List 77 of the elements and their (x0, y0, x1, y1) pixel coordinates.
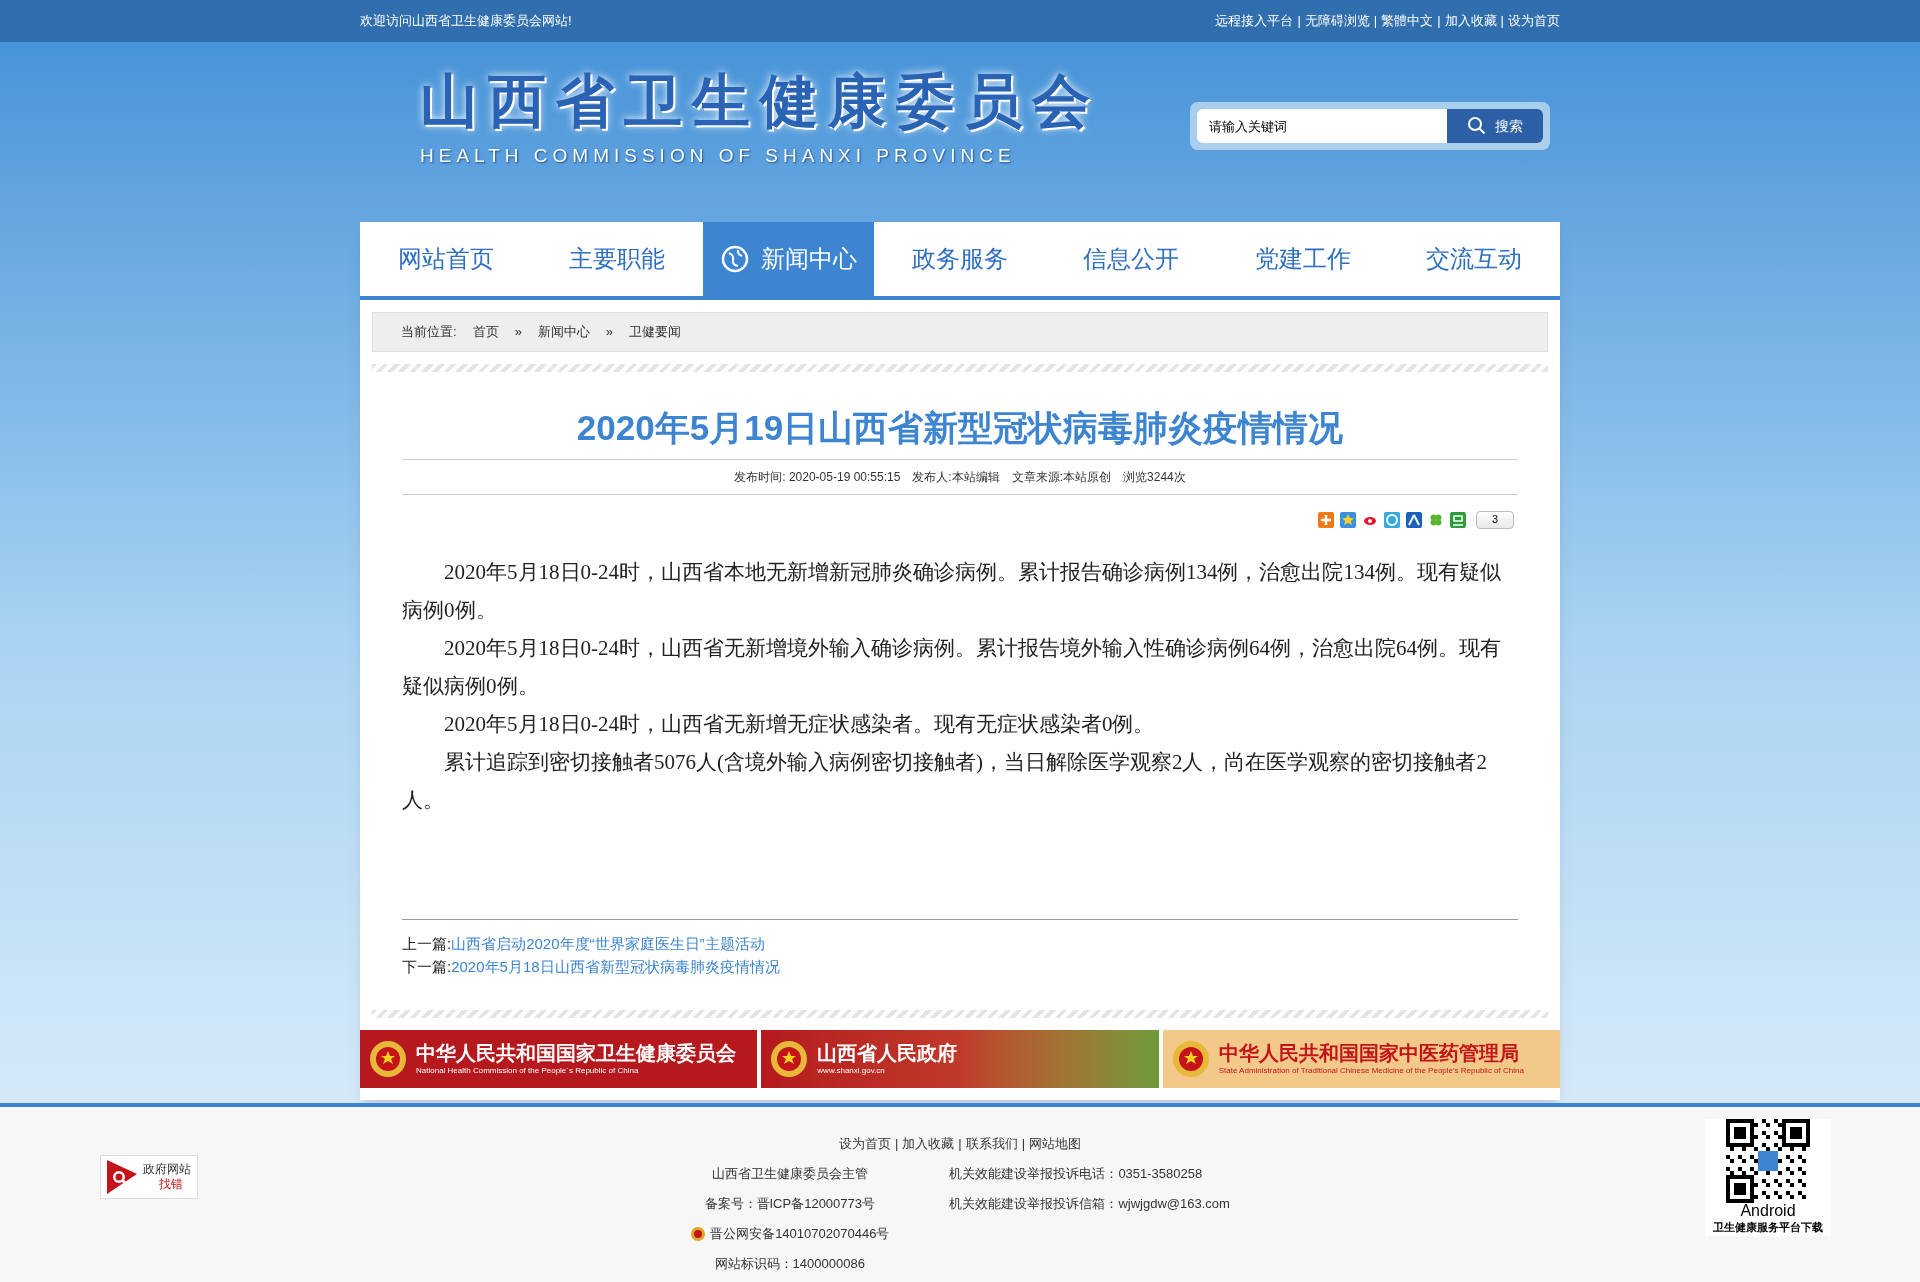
badge-text: 找错 (158, 1177, 184, 1192)
separator-text: | (894, 1135, 899, 1153)
chat-icon[interactable] (1384, 511, 1400, 528)
separator-text: | (1373, 12, 1378, 31)
meta-text: 文章来源:本站原创 (1011, 468, 1112, 486)
emblem-icon (368, 1038, 408, 1079)
separator-text: | (1500, 12, 1504, 31)
logo-subtitle: HEALTH COMMISSION OF SHANXI PROVINCE (420, 144, 1017, 168)
article-paragraph: 2020年5月18日0-24时，山西省本地无新增新冠肺炎确诊病例。累计报告确诊病例134例，治愈出院134例。现有疑似病例0例。 (402, 558, 1502, 624)
breadcrumb-separator: » (605, 323, 614, 342)
qr-code-icon (1726, 1119, 1810, 1203)
breadcrumb-link[interactable]: 新闻中心 (537, 322, 590, 342)
search-field[interactable]: 请输入关键词 (1197, 109, 1447, 143)
separator-text: | (1437, 12, 1441, 31)
nav-tab[interactable]: 交流互动 (1388, 222, 1560, 296)
nav-label: 上一篇: (402, 933, 452, 954)
footer-text: 晋公网安备14010702070446号 (710, 1225, 890, 1243)
top-link[interactable]: 远程接入平台 (1215, 11, 1294, 31)
banner-subtitle: www.shanxi.gov.cn (817, 1066, 886, 1076)
footer-text: 网站标识码：1400000086 (714, 1255, 865, 1273)
badge-text: 政府网站 (143, 1162, 191, 1177)
banner-link[interactable]: 山西省人民政府 www.shanxi.gov.cn (761, 1029, 1159, 1088)
emblem-icon (769, 1038, 810, 1079)
article-paragraph: 2020年5月18日0-24时，山西省无新增境外输入确诊病例。累计报告境外输入性确诊病例64例，治愈出院64例。现有疑似病例0例。 (402, 634, 1502, 700)
banner-title: 中华人民共和国国家卫生健康委员会 (416, 1041, 736, 1066)
top-link[interactable]: 加入收藏 (1444, 11, 1497, 31)
grid-icon[interactable] (1450, 511, 1466, 528)
footer-link[interactable]: 加入收藏 (902, 1129, 955, 1159)
breadcrumb-link[interactable]: 卫健要闻 (629, 322, 682, 342)
search-icon (1467, 116, 1487, 136)
search-button[interactable]: 搜索 (1447, 109, 1543, 143)
nav-tab[interactable]: 新闻中心 (702, 222, 875, 296)
meta-text: 浏览3244次 (1123, 468, 1186, 486)
qr-caption: Android (1740, 1203, 1796, 1219)
footer-text: 山西省卫生健康委员会主管 (711, 1165, 868, 1183)
share-count: 3 (1476, 510, 1514, 529)
meta-text: 发布时间: 2020-05-19 00:55:15 (734, 468, 901, 486)
banner-link[interactable]: 中华人民共和国国家卫生健康委员会 National Health Commission of the People´s Republic of China (360, 1029, 758, 1088)
nav-tab[interactable]: 网站首页 (360, 222, 532, 296)
banner-title: 山西省人民政府 (817, 1041, 958, 1066)
plus-icon[interactable] (1318, 511, 1334, 528)
banner-subtitle: National Health Commission of the People´s Republic of China (416, 1066, 640, 1076)
article-paragraph: 累计追踪到密切接触者5076人(含境外输入病例密切接触者)，当日解除医学观察2人，尚在医学观察的密切接触者2人。 (402, 748, 1488, 814)
magnifier-flag-icon (105, 1158, 139, 1196)
banner-subtitle: State Administration of Traditional Chinese Medicine of the People's Republic of China (1218, 1066, 1524, 1076)
banner-title: 中华人民共和国国家中医药管理局 (1218, 1041, 1520, 1066)
figure-icon[interactable] (1406, 511, 1422, 528)
footer-link[interactable]: 网站地图 (1029, 1129, 1082, 1159)
footer-link[interactable]: 联系我们 (965, 1129, 1018, 1159)
breadcrumb-link[interactable]: 首页 (472, 322, 499, 342)
police-emblem-icon (690, 1226, 707, 1242)
footer-text: 机关效能建设举报投诉电话：0351-3580258 (949, 1165, 1203, 1183)
article-paragraph: 2020年5月18日0-24时，山西省无新增无症状感染者。现有无症状感染者0例。 (443, 710, 1156, 738)
breadcrumb-label: 当前位置: (401, 323, 457, 342)
article-link[interactable]: 2020年5月18日山西省新型冠状病毒肺炎疫情情况 (451, 954, 780, 978)
article-link[interactable]: 山西省启动2020年度“世界家庭医生日”主题活动 (451, 931, 765, 955)
top-link[interactable]: 繁體中文 (1381, 11, 1434, 31)
breadcrumb-separator: » (514, 323, 522, 342)
footer-text: 机关效能建设举报投诉信箱：wjwjgdw@163.com (949, 1195, 1230, 1213)
report-error-badge[interactable]: 政府网站 找错 (100, 1155, 198, 1199)
meta-text: 发布人:本站编辑 (912, 468, 1000, 486)
banner-link[interactable]: 中华人民共和国国家中医药管理局 State Administration of Traditional Chinese Medicine of the People's Republic of China (1162, 1029, 1560, 1088)
separator-text: | (958, 1135, 962, 1153)
emblem-icon (1170, 1038, 1211, 1079)
welcome-text: 欢迎访问山西省卫生健康委员会网站! (360, 12, 572, 31)
footer-link[interactable]: 设为首页 (838, 1129, 891, 1159)
logo-title: 山西省卫生健康委员会 (420, 72, 1100, 130)
separator-text: | (1021, 1135, 1026, 1153)
top-link[interactable]: 设为首页 (1508, 11, 1560, 31)
star-icon[interactable] (1340, 511, 1356, 528)
globe-icon (720, 245, 749, 273)
qr-subcaption: 卫生健康服务平台下载 (1713, 1220, 1823, 1235)
top-link[interactable]: 无障碍浏览 (1304, 11, 1370, 31)
footer-text: 备案号：晋ICP备12000773号 (704, 1195, 875, 1213)
nav-label: 下一篇: (402, 956, 452, 977)
separator-text: | (1297, 12, 1301, 31)
article-title: 2020年5月19日山西省新型冠状病毒肺炎疫情情况 (575, 407, 1345, 449)
